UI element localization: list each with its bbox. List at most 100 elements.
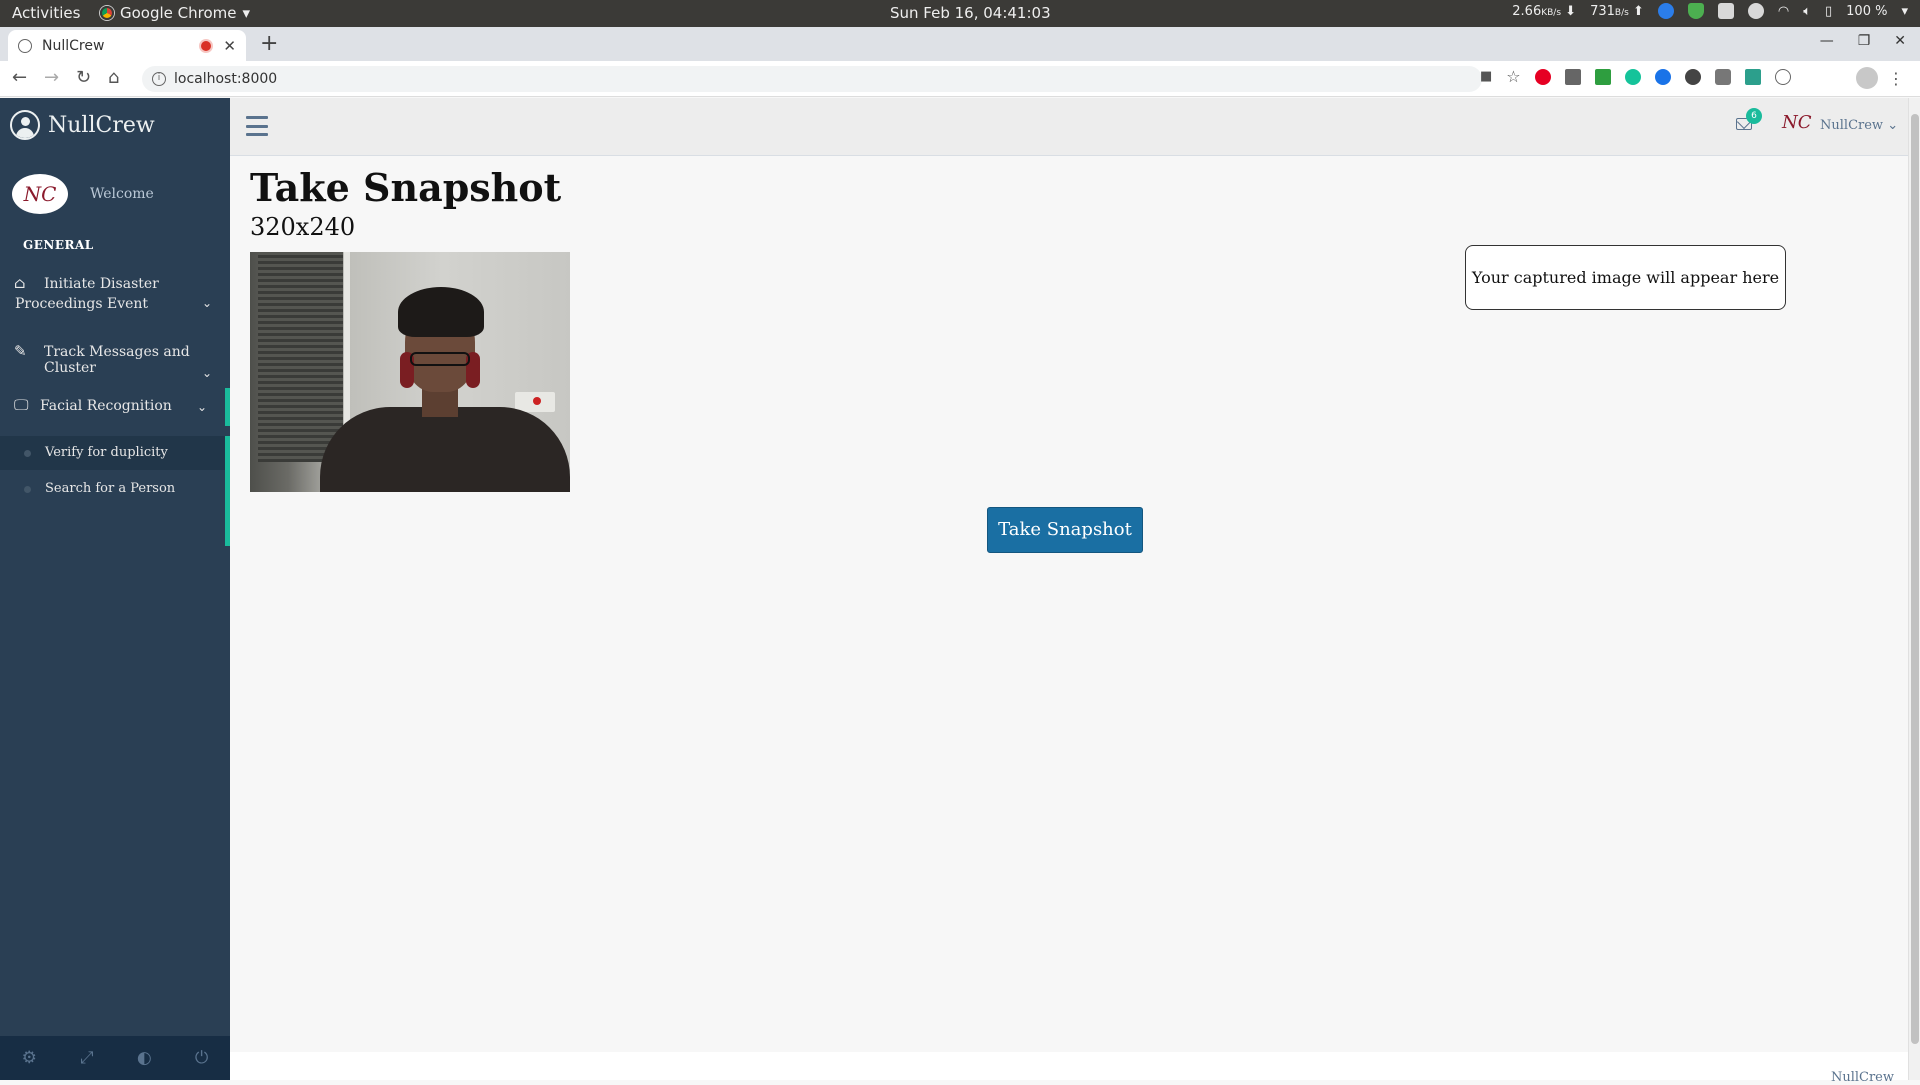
avatar: NC <box>12 174 68 214</box>
section-title: GENERAL <box>23 238 94 252</box>
take-snapshot-button[interactable]: Take Snapshot <box>987 507 1143 553</box>
net-down-readout: 2.66KB/s ⬇ <box>1512 3 1577 19</box>
notification-badge: 6 <box>1746 108 1762 124</box>
tab-strip: NullCrew ✕ + — ❐ ✕ <box>0 27 1920 61</box>
caret-down-icon: ▾ <box>242 4 251 22</box>
caret-down-icon[interactable]: ▾ <box>1901 4 1908 19</box>
placeholder-text: Your captured image will appear here <box>1471 268 1780 287</box>
brand-name: NullCrew <box>48 112 155 138</box>
new-tab-button[interactable]: + <box>260 31 278 56</box>
menu-icon[interactable]: ⋮ <box>1888 69 1904 88</box>
user-avatar[interactable]: NC <box>1782 112 1812 133</box>
reader-icon[interactable] <box>1564 68 1581 85</box>
settings-icon[interactable]: ⚙ <box>22 1048 37 1068</box>
profile-avatar[interactable] <box>1856 67 1878 89</box>
power-icon[interactable]: ⏻ <box>195 1048 208 1068</box>
os-top-bar: Activities Google Chrome ▾ Sun Feb 16, 0… <box>0 0 1920 27</box>
screen-icon[interactable] <box>1717 3 1734 19</box>
scrollbar[interactable] <box>1908 98 1920 1080</box>
battery-level[interactable]: 100 % <box>1846 4 1887 19</box>
info-icon[interactable]: i <box>152 72 166 86</box>
url-text[interactable]: localhost:8000 <box>174 71 277 87</box>
sidebar-footer: ⚙ ⤢ ◐ ⏻ <box>0 1036 230 1080</box>
captured-image-placeholder: Your captured image will appear here <box>1465 245 1786 310</box>
download-icon[interactable] <box>1594 68 1611 85</box>
address-bar[interactable]: i localhost:8000 <box>142 66 1482 92</box>
recording-icon <box>201 40 212 51</box>
s-extension-icon[interactable] <box>1744 68 1761 85</box>
minimize-icon[interactable]: — <box>1820 33 1834 49</box>
sidebar-item-initiate-disaster[interactable]: ⌂ Initiate Disaster Proceedings Event ⌄ <box>0 274 230 334</box>
preview-person-body <box>320 407 570 492</box>
sidebar-item-label: Initiate Disaster Proceedings Event <box>15 276 159 312</box>
c-extension-icon[interactable] <box>1654 68 1671 85</box>
fullscreen-icon[interactable]: ⤢ <box>80 1048 94 1068</box>
page-title: Take Snapshot <box>250 165 562 210</box>
teamviewer-icon[interactable] <box>1657 3 1674 19</box>
preview-socket <box>515 392 555 412</box>
chevron-down-icon: ⌄ <box>1887 118 1899 133</box>
sidebar-item-label: Facial Recognition <box>40 398 172 414</box>
browser-toolbar: ← → ↻ ⌂ i localhost:8000 ■ ☆ ⋮ <box>0 61 1920 97</box>
system-tray: 2.66KB/s ⬇ 731B/s ⬆ ◠ 🔈︎ ▯ 100 % ▾ <box>1512 3 1908 19</box>
net-up-readout: 731B/s ⬆ <box>1590 3 1644 19</box>
dollar-icon[interactable] <box>1684 68 1701 85</box>
sidebar-item-track-messages[interactable]: ✎ Track Messages and Cluster ⌄ <box>0 342 230 384</box>
active-section-header[interactable]: 🖵 Facial Recognition ⌄ <box>0 388 230 426</box>
camera-icon[interactable]: ■ <box>1480 69 1492 84</box>
chevron-down-icon: ⌄ <box>196 400 207 414</box>
shield-icon[interactable] <box>1687 3 1704 19</box>
wifi-icon[interactable]: ◠ <box>1778 4 1789 19</box>
chevron-down-icon: ⌄ <box>201 296 212 310</box>
json-icon[interactable] <box>1714 68 1731 85</box>
timer-icon[interactable] <box>1774 68 1791 85</box>
globe-icon <box>18 38 32 53</box>
star-icon[interactable]: ☆ <box>1506 67 1520 86</box>
camera-preview <box>250 252 570 492</box>
welcome-text: Welcome <box>90 186 154 202</box>
volume-icon[interactable]: 🔈︎ <box>1803 4 1811 19</box>
bullet-icon <box>24 450 31 457</box>
sidebar: NullCrew NC Welcome GENERAL ⌂ Initiate D… <box>0 98 230 1080</box>
preview-glasses <box>410 352 470 366</box>
subitem-label: Verify for duplicity <box>45 445 168 460</box>
sidebar-subitem-search-person[interactable]: Search for a Person <box>0 472 225 506</box>
restore-icon[interactable]: ❐ <box>1858 33 1871 49</box>
forward-icon[interactable]: → <box>44 67 59 88</box>
top-nav: 6 NC NullCrew ⌄ <box>230 98 1908 156</box>
pinterest-icon[interactable] <box>1534 68 1551 85</box>
bullet-icon <box>24 486 31 493</box>
lock-icon[interactable]: ◐ <box>137 1048 152 1068</box>
user-menu[interactable]: NullCrew ⌄ <box>1820 118 1898 133</box>
app-name: Google Chrome <box>120 4 237 22</box>
window-controls: — ❐ ✕ <box>1820 33 1906 49</box>
clock[interactable]: Sun Feb 16, 04:41:03 <box>890 4 1051 22</box>
preview-blinds <box>258 252 343 462</box>
browser-tab[interactable]: NullCrew ✕ <box>8 30 246 61</box>
user-circle-icon <box>10 110 40 140</box>
scrollbar-thumb[interactable] <box>1911 114 1919 1044</box>
sidebar-subitem-verify-duplicity[interactable]: Verify for duplicity <box>0 436 225 470</box>
hamburger-icon[interactable] <box>246 116 268 136</box>
brand[interactable]: NullCrew <box>10 110 155 140</box>
close-tab-icon[interactable]: ✕ <box>223 37 236 55</box>
chrome-icon <box>100 6 114 20</box>
app-menu[interactable]: Google Chrome ▾ <box>100 4 250 22</box>
edit-icon: ✎ <box>14 342 27 360</box>
main-content: Take Snapshot 320x240 Take Snapshot Your… <box>230 157 1908 1052</box>
desktop-icon: 🖵 <box>14 396 29 414</box>
battery-icon[interactable]: ▯ <box>1825 4 1832 19</box>
submenu: Verify for duplicity Search for a Person <box>0 436 230 546</box>
chevron-down-icon: ⌄ <box>201 366 212 380</box>
cloud-icon[interactable] <box>1747 3 1764 19</box>
activities-button[interactable]: Activities <box>12 4 80 22</box>
preview-person-hair <box>398 287 484 337</box>
page-footer: NullCrew <box>230 1052 1908 1085</box>
subitem-label: Search for a Person <box>45 481 176 496</box>
back-icon[interactable]: ← <box>12 67 27 88</box>
resolution-label: 320x240 <box>250 213 356 241</box>
home-icon[interactable]: ⌂ <box>108 67 119 88</box>
grammarly-icon[interactable] <box>1624 68 1641 85</box>
reload-icon[interactable]: ↻ <box>76 67 91 88</box>
window-close-icon[interactable]: ✕ <box>1894 33 1906 49</box>
